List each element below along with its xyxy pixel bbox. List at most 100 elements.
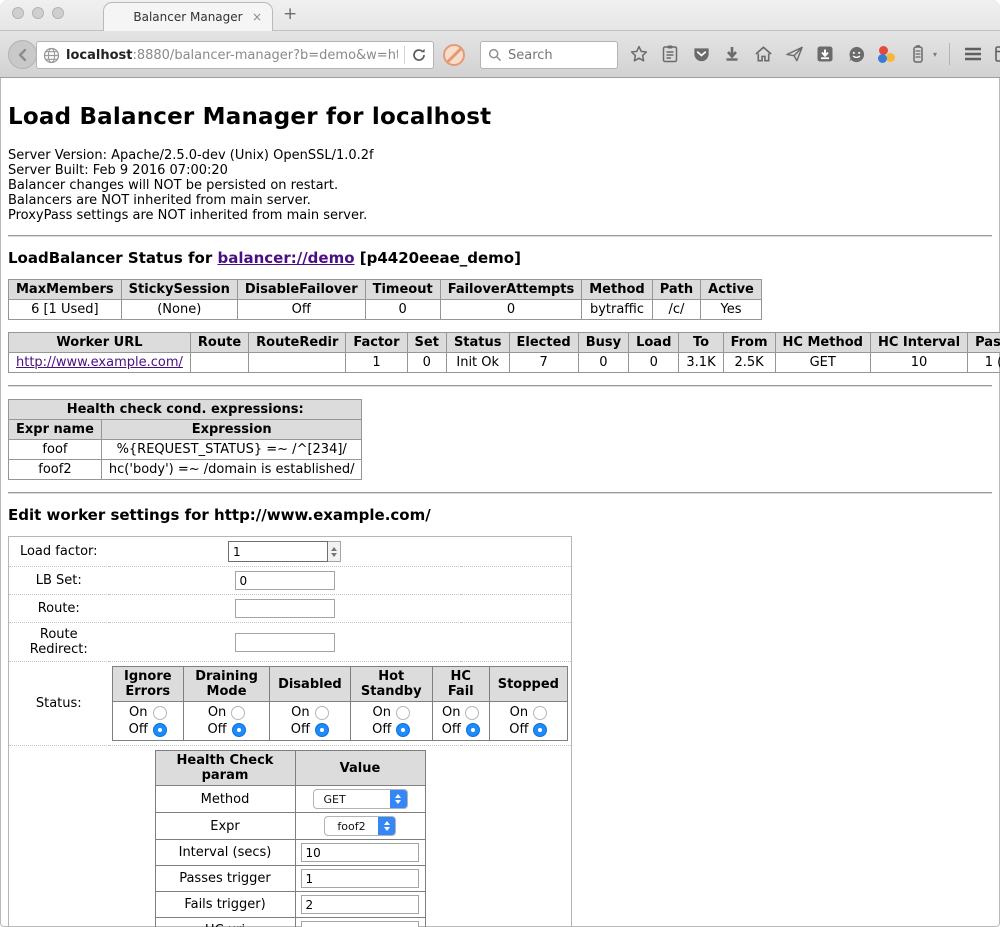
navigation-toolbar: localhost:8880/balancer-manager?b=demo&w… xyxy=(0,31,1000,78)
col-path: Path xyxy=(652,280,700,300)
on-label: On xyxy=(372,704,390,721)
col-load: Load xyxy=(629,333,679,353)
chat-smiley-icon[interactable] xyxy=(845,40,867,68)
send-plane-icon[interactable] xyxy=(783,40,805,68)
worker-set: 0 xyxy=(407,353,446,373)
off-label: Off xyxy=(442,721,461,738)
downloads-icon[interactable] xyxy=(721,40,743,68)
grid-panel-icon[interactable] xyxy=(993,40,1000,68)
col-hc-fail: HC Fail xyxy=(432,667,489,702)
val-stickysession: (None) xyxy=(121,300,237,320)
titlebar: Balancer Manager × + xyxy=(0,0,1000,31)
col-active: Active xyxy=(701,280,762,300)
balancer-demo-link[interactable]: balancer://demo xyxy=(217,249,354,267)
draining-mode-off-radio[interactable] xyxy=(232,723,246,737)
passes-input[interactable] xyxy=(301,869,419,888)
menu-hamburger-icon[interactable] xyxy=(962,40,984,68)
address-text[interactable]: localhost:8880/balancer-manager?b=demo&w… xyxy=(66,48,398,63)
method-selected-value: GET xyxy=(314,793,390,806)
off-label: Off xyxy=(129,721,148,738)
route-input[interactable] xyxy=(235,599,335,618)
zoom-window-button[interactable] xyxy=(52,7,64,19)
col-hc-method: HC Method xyxy=(775,333,870,353)
on-label: On xyxy=(510,704,528,721)
val-disablefailover: Off xyxy=(237,300,365,320)
search-bar[interactable] xyxy=(480,41,618,69)
interval-input[interactable] xyxy=(301,843,419,862)
back-arrow-icon xyxy=(15,47,31,63)
bookmark-star-icon[interactable] xyxy=(628,40,650,68)
window-controls[interactable] xyxy=(12,7,64,19)
disabled-off-radio[interactable] xyxy=(315,723,329,737)
col-draining-mode: Draining Mode xyxy=(184,667,270,702)
col-hc-interval: HC Interval xyxy=(870,333,967,353)
expr-selected-value: foof2 xyxy=(325,820,378,833)
worker-load: 0 xyxy=(629,353,679,373)
col-busy: Busy xyxy=(578,333,628,353)
val-failoverattempts: 0 xyxy=(440,300,582,320)
expr-select[interactable]: foof2 xyxy=(324,816,396,836)
col-to: To xyxy=(679,333,723,353)
disabled-on-radio[interactable] xyxy=(315,706,329,720)
pocket-icon[interactable] xyxy=(690,40,712,68)
hc-row-fails: Fails trigger) xyxy=(155,892,425,918)
battery-extension-icon[interactable] xyxy=(907,40,929,68)
hc-uri-label: HC uri xyxy=(155,918,295,927)
ignore-errors-on-radio[interactable] xyxy=(153,706,167,720)
stopped-off-radio[interactable] xyxy=(533,723,547,737)
home-icon[interactable] xyxy=(752,40,774,68)
balancer-params-table: MaxMembers StickySession DisableFailover… xyxy=(8,279,762,320)
fails-input[interactable] xyxy=(301,895,419,914)
hot-standby-off-radio[interactable] xyxy=(396,723,410,737)
route-redirect-input[interactable] xyxy=(235,633,335,652)
method-label: Method xyxy=(155,786,295,813)
tab-title: Balancer Manager xyxy=(133,10,242,24)
tab-balancer-manager[interactable]: Balancer Manager × xyxy=(103,2,273,31)
hc-header-row: Health Check param Value xyxy=(155,751,425,786)
close-window-button[interactable] xyxy=(12,7,24,19)
search-icon xyxy=(488,48,502,62)
draining-mode-on-radio[interactable] xyxy=(231,706,245,720)
off-label: Off xyxy=(291,721,310,738)
tab-close-icon[interactable]: × xyxy=(252,10,262,24)
hc-expressions-table: Health check cond. expressions: Expr nam… xyxy=(8,399,362,480)
col-ignore-errors: Ignore Errors xyxy=(112,667,184,702)
expr-value: hc('body') =~ /domain is established/ xyxy=(101,460,362,480)
save-to-device-icon[interactable] xyxy=(814,40,836,68)
colored-dots-extension-icon[interactable] xyxy=(876,40,898,68)
load-factor-input[interactable] xyxy=(228,541,328,562)
form-row-route: Route: xyxy=(9,595,572,623)
back-button[interactable] xyxy=(8,40,37,69)
hc-fail-on-radio[interactable] xyxy=(465,706,479,720)
lb-set-label: LB Set: xyxy=(9,567,109,595)
divider xyxy=(8,385,992,387)
load-factor-field[interactable] xyxy=(228,541,341,562)
reading-list-icon[interactable] xyxy=(659,40,681,68)
method-select[interactable]: GET xyxy=(313,789,408,809)
hot-standby-on-radio[interactable] xyxy=(396,706,410,720)
lb-set-input[interactable] xyxy=(235,571,335,590)
number-stepper[interactable] xyxy=(328,541,341,562)
server-version-line: Server Version: Apache/2.5.0-dev (Unix) … xyxy=(8,148,992,163)
hc-row-expr: Expr foof2 xyxy=(155,813,425,840)
worker-url-link[interactable]: http://www.example.com/ xyxy=(16,355,183,370)
search-input[interactable] xyxy=(508,48,608,63)
off-label: Off xyxy=(207,721,226,738)
passes-label: Passes trigger xyxy=(155,866,295,892)
hc-row-passes: Passes trigger xyxy=(155,866,425,892)
content-blocked-icon[interactable] xyxy=(443,44,465,66)
col-failoverattempts: FailoverAttempts xyxy=(440,280,582,300)
minimize-window-button[interactable] xyxy=(32,7,44,19)
new-tab-button[interactable]: + xyxy=(283,4,297,24)
col-maxmembers: MaxMembers xyxy=(9,280,122,300)
stopped-on-radio[interactable] xyxy=(533,706,547,720)
hc-fail-off-radio[interactable] xyxy=(466,723,480,737)
reload-icon[interactable] xyxy=(411,47,427,63)
chevron-down-icon[interactable]: ▾ xyxy=(933,50,937,59)
toolbar-icons: ▾ xyxy=(628,40,1000,68)
ignore-errors-off-radio[interactable] xyxy=(153,723,167,737)
table-header-row: Expr name Expression xyxy=(9,420,362,440)
hc-uri-input[interactable] xyxy=(301,921,419,927)
url-bar[interactable]: localhost:8880/balancer-manager?b=demo&w… xyxy=(36,41,434,69)
inherit-notice: Balancers are NOT inherited from main se… xyxy=(8,193,992,208)
